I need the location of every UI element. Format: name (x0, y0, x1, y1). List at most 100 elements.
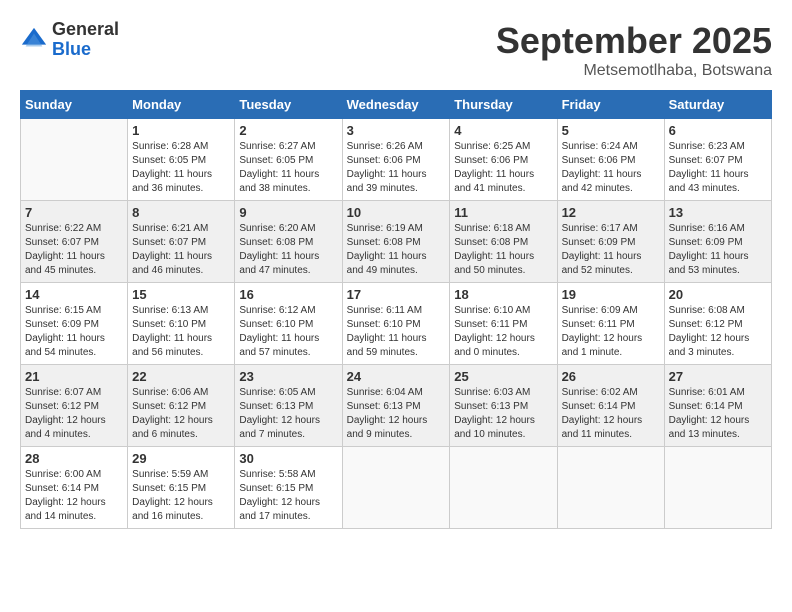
day-info: Sunrise: 6:26 AMSunset: 6:06 PMDaylight:… (347, 140, 446, 196)
calendar-cell: 6 Sunrise: 6:23 AMSunset: 6:07 PMDaylight… (664, 119, 771, 201)
logo-icon (20, 26, 48, 54)
calendar-cell: 17 Sunrise: 6:11 AMSunset: 6:10 PMDayligh… (342, 283, 450, 365)
calendar-cell: 30Sunrise: 5:58 AMSunset: 6:15 PMDayligh… (235, 447, 342, 529)
day-number: 6 (669, 123, 767, 138)
day-info: Sunrise: 6:03 AMSunset: 6:13 PMDaylight:… (454, 386, 552, 442)
calendar-cell: 25 Sunrise: 6:03 AMSunset: 6:13 PMDayligh… (450, 365, 557, 447)
day-number: 15 (132, 287, 230, 302)
calendar-week-row: 21 Sunrise: 6:07 AMSunset: 6:12 PMDayligh… (21, 365, 772, 447)
day-info: Sunrise: 6:02 AMSunset: 6:14 PMDaylight:… (562, 386, 660, 442)
day-info: Sunrise: 6:16 AMSunset: 6:09 PMDaylight:… (669, 222, 767, 278)
calendar-cell: 8 Sunrise: 6:21 AMSunset: 6:07 PMDaylight… (128, 201, 235, 283)
calendar-cell: 15 Sunrise: 6:13 AMSunset: 6:10 PMDayligh… (128, 283, 235, 365)
day-info: Sunrise: 6:20 AMSunset: 6:08 PMDaylight:… (239, 222, 337, 278)
calendar-cell (557, 447, 664, 529)
day-number: 11 (454, 205, 552, 220)
weekday-header: Saturday (664, 91, 771, 119)
day-info: Sunrise: 5:58 AMSunset: 6:15 PMDaylight:… (239, 468, 337, 524)
calendar-cell: 16Sunrise: 6:12 AMSunset: 6:10 PMDayligh… (235, 283, 342, 365)
day-number: 9 (239, 205, 337, 220)
logo: General Blue (20, 20, 119, 60)
calendar-cell: 2 Sunrise: 6:27 AMSunset: 6:05 PMDaylight… (235, 119, 342, 201)
month-title: September 2025 (496, 20, 772, 62)
day-info: Sunrise: 6:15 AMSunset: 6:09 PMDaylight:… (25, 304, 123, 360)
calendar-cell: 18Sunrise: 6:10 AMSunset: 6:11 PMDayligh… (450, 283, 557, 365)
calendar-cell: 13 Sunrise: 6:16 AMSunset: 6:09 PMDayligh… (664, 201, 771, 283)
day-number: 19 (562, 287, 660, 302)
location: Metsemotlhaba, Botswana (496, 62, 772, 80)
day-info: Sunrise: 6:08 AMSunset: 6:12 PMDaylight:… (669, 304, 767, 360)
day-info: Sunrise: 6:25 AMSunset: 6:06 PMDaylight:… (454, 140, 552, 196)
page-header: General Blue September 2025 Metsemotlhab… (20, 20, 772, 80)
calendar: SundayMondayTuesdayWednesdayThursdayFrid… (20, 90, 772, 529)
day-info: Sunrise: 6:04 AMSunset: 6:13 PMDaylight:… (347, 386, 446, 442)
calendar-cell: 5 Sunrise: 6:24 AMSunset: 6:06 PMDaylight… (557, 119, 664, 201)
day-number: 22 (132, 369, 230, 384)
weekday-header: Monday (128, 91, 235, 119)
day-number: 20 (669, 287, 767, 302)
day-number: 13 (669, 205, 767, 220)
day-number: 17 (347, 287, 446, 302)
day-number: 12 (562, 205, 660, 220)
calendar-cell: 27 Sunrise: 6:01 AMSunset: 6:14 PMDayligh… (664, 365, 771, 447)
day-info: Sunrise: 5:59 AMSunset: 6:15 PMDaylight:… (132, 468, 230, 524)
calendar-cell: 29 Sunrise: 5:59 AMSunset: 6:15 PMDayligh… (128, 447, 235, 529)
day-number: 25 (454, 369, 552, 384)
calendar-cell: 7 Sunrise: 6:22 AMSunset: 6:07 PMDaylight… (21, 201, 128, 283)
day-info: Sunrise: 6:07 AMSunset: 6:12 PMDaylight:… (25, 386, 123, 442)
calendar-cell: 24 Sunrise: 6:04 AMSunset: 6:13 PMDayligh… (342, 365, 450, 447)
day-info: Sunrise: 6:19 AMSunset: 6:08 PMDaylight:… (347, 222, 446, 278)
day-info: Sunrise: 6:12 AMSunset: 6:10 PMDaylight:… (239, 304, 337, 360)
calendar-cell: 21 Sunrise: 6:07 AMSunset: 6:12 PMDayligh… (21, 365, 128, 447)
calendar-cell (664, 447, 771, 529)
day-info: Sunrise: 6:11 AMSunset: 6:10 PMDaylight:… (347, 304, 446, 360)
day-info: Sunrise: 6:22 AMSunset: 6:07 PMDaylight:… (25, 222, 123, 278)
calendar-cell: 22Sunrise: 6:06 AMSunset: 6:12 PMDayligh… (128, 365, 235, 447)
day-info: Sunrise: 6:13 AMSunset: 6:10 PMDaylight:… (132, 304, 230, 360)
day-number: 23 (239, 369, 337, 384)
title-block: September 2025 Metsemotlhaba, Botswana (496, 20, 772, 80)
day-info: Sunrise: 6:24 AMSunset: 6:06 PMDaylight:… (562, 140, 660, 196)
weekday-header: Wednesday (342, 91, 450, 119)
day-info: Sunrise: 6:05 AMSunset: 6:13 PMDaylight:… (239, 386, 337, 442)
calendar-cell (450, 447, 557, 529)
day-number: 29 (132, 451, 230, 466)
weekday-header: Friday (557, 91, 664, 119)
calendar-cell: 1 Sunrise: 6:28 AMSunset: 6:05 PMDaylight… (128, 119, 235, 201)
calendar-week-row: 14 Sunrise: 6:15 AMSunset: 6:09 PMDayligh… (21, 283, 772, 365)
weekday-header: Tuesday (235, 91, 342, 119)
calendar-cell (342, 447, 450, 529)
day-number: 3 (347, 123, 446, 138)
calendar-week-row: 7 Sunrise: 6:22 AMSunset: 6:07 PMDaylight… (21, 201, 772, 283)
day-number: 7 (25, 205, 123, 220)
day-number: 1 (132, 123, 230, 138)
day-number: 14 (25, 287, 123, 302)
day-number: 27 (669, 369, 767, 384)
day-info: Sunrise: 6:27 AMSunset: 6:05 PMDaylight:… (239, 140, 337, 196)
calendar-cell: 23 Sunrise: 6:05 AMSunset: 6:13 PMDayligh… (235, 365, 342, 447)
calendar-cell (21, 119, 128, 201)
day-number: 24 (347, 369, 446, 384)
calendar-cell: 14 Sunrise: 6:15 AMSunset: 6:09 PMDayligh… (21, 283, 128, 365)
day-number: 5 (562, 123, 660, 138)
day-info: Sunrise: 6:09 AMSunset: 6:11 PMDaylight:… (562, 304, 660, 360)
calendar-cell: 20 Sunrise: 6:08 AMSunset: 6:12 PMDayligh… (664, 283, 771, 365)
calendar-week-row: 1 Sunrise: 6:28 AMSunset: 6:05 PMDaylight… (21, 119, 772, 201)
logo-text: General Blue (52, 20, 119, 60)
day-number: 2 (239, 123, 337, 138)
day-number: 10 (347, 205, 446, 220)
day-info: Sunrise: 6:01 AMSunset: 6:14 PMDaylight:… (669, 386, 767, 442)
calendar-cell: 9 Sunrise: 6:20 AMSunset: 6:08 PMDaylight… (235, 201, 342, 283)
weekday-header: Thursday (450, 91, 557, 119)
day-info: Sunrise: 6:23 AMSunset: 6:07 PMDaylight:… (669, 140, 767, 196)
day-number: 21 (25, 369, 123, 384)
calendar-cell: 3 Sunrise: 6:26 AMSunset: 6:06 PMDaylight… (342, 119, 450, 201)
day-info: Sunrise: 6:28 AMSunset: 6:05 PMDaylight:… (132, 140, 230, 196)
day-info: Sunrise: 6:17 AMSunset: 6:09 PMDaylight:… (562, 222, 660, 278)
calendar-cell: 12 Sunrise: 6:17 AMSunset: 6:09 PMDayligh… (557, 201, 664, 283)
day-number: 18 (454, 287, 552, 302)
day-number: 26 (562, 369, 660, 384)
day-info: Sunrise: 6:21 AMSunset: 6:07 PMDaylight:… (132, 222, 230, 278)
day-number: 8 (132, 205, 230, 220)
day-number: 4 (454, 123, 552, 138)
